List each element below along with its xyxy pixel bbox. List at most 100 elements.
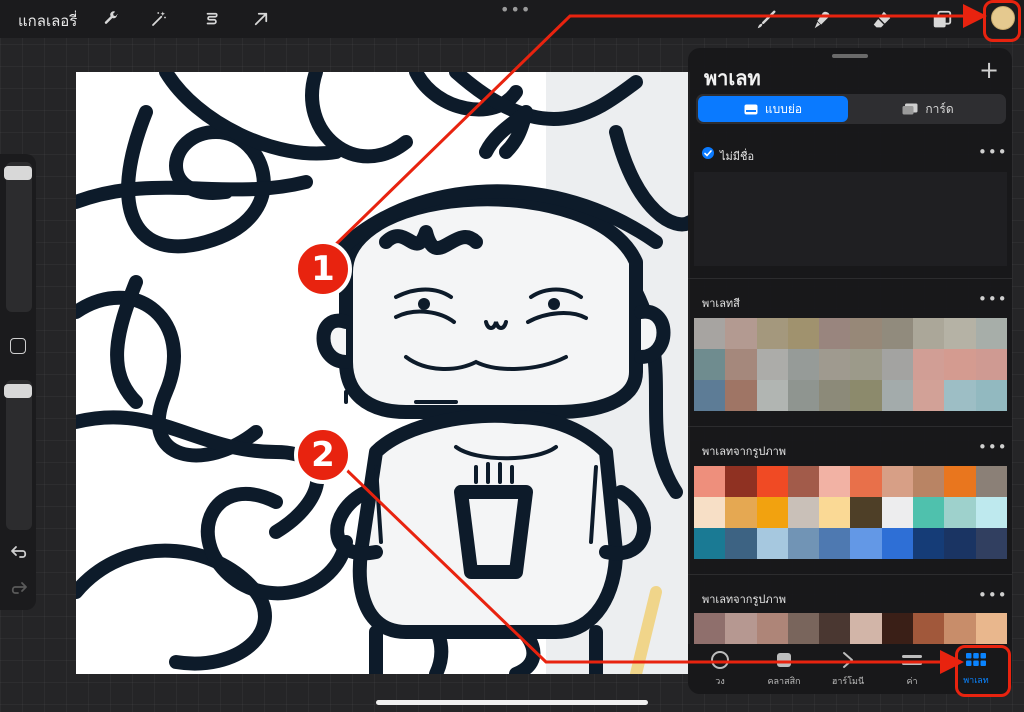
color-swatch[interactable]	[850, 380, 882, 411]
color-swatch[interactable]	[913, 497, 945, 528]
gallery-button[interactable]: แกลเลอรี่	[18, 9, 77, 33]
color-swatch[interactable]	[694, 528, 726, 559]
color-swatch[interactable]	[881, 528, 914, 559]
color-swatch[interactable]	[913, 349, 945, 380]
color-swatch[interactable]	[975, 497, 1007, 528]
redo-icon[interactable]	[9, 578, 29, 598]
more-dots-icon[interactable]: •••	[500, 0, 530, 20]
color-swatch[interactable]	[725, 380, 757, 411]
color-swatch[interactable]	[819, 466, 851, 497]
current-color-swatch[interactable]	[991, 6, 1015, 30]
tab-harmony[interactable]: ฮาร์โมนี	[816, 646, 880, 692]
color-swatch[interactable]	[881, 349, 914, 380]
color-swatch[interactable]	[913, 613, 945, 644]
palette-more-icon[interactable]: •••	[978, 438, 1008, 456]
color-swatch[interactable]	[975, 528, 1007, 559]
color-swatch[interactable]	[944, 318, 976, 349]
color-swatch[interactable]	[725, 318, 757, 349]
modify-button[interactable]	[10, 338, 26, 354]
color-swatch[interactable]	[819, 349, 851, 380]
color-swatch[interactable]	[756, 380, 788, 411]
color-swatch[interactable]	[850, 528, 882, 559]
opacity-slider[interactable]	[6, 380, 32, 530]
color-swatch[interactable]	[913, 528, 945, 559]
color-swatch[interactable]	[944, 613, 976, 644]
color-swatch[interactable]	[881, 497, 914, 528]
color-swatch[interactable]	[725, 613, 757, 644]
color-swatch[interactable]	[725, 349, 757, 380]
color-swatch[interactable]	[850, 497, 882, 528]
palette-more-icon[interactable]: •••	[978, 143, 1008, 161]
color-swatch[interactable]	[694, 380, 726, 411]
color-swatch[interactable]	[725, 466, 757, 497]
tab-palettes[interactable]: พาเลท	[944, 646, 1008, 692]
color-swatch[interactable]	[787, 613, 820, 644]
color-swatch[interactable]	[694, 318, 726, 349]
smudge-icon[interactable]	[808, 6, 836, 34]
add-palette-button[interactable]: +	[978, 58, 1000, 82]
color-swatch[interactable]	[756, 528, 788, 559]
color-swatch[interactable]	[850, 466, 882, 497]
color-swatch[interactable]	[819, 528, 851, 559]
seg-cards-button[interactable]: การ์ด	[852, 96, 1004, 122]
color-swatch[interactable]	[694, 349, 726, 380]
color-swatch[interactable]	[881, 466, 914, 497]
color-swatch[interactable]	[756, 497, 788, 528]
color-swatch[interactable]	[913, 466, 945, 497]
transform-arrow-icon[interactable]	[248, 6, 274, 32]
eraser-icon[interactable]	[868, 6, 896, 34]
color-swatch[interactable]	[850, 613, 882, 644]
color-swatch[interactable]	[787, 528, 820, 559]
color-swatch[interactable]	[787, 466, 820, 497]
panel-grabber[interactable]	[832, 54, 868, 58]
color-swatch[interactable]	[881, 318, 914, 349]
color-swatch[interactable]	[944, 380, 976, 411]
wrench-icon[interactable]	[98, 6, 124, 32]
color-swatch[interactable]	[944, 528, 976, 559]
empty-palette-area[interactable]	[694, 172, 1007, 266]
default-check-icon[interactable]	[702, 147, 714, 159]
color-swatch[interactable]	[756, 466, 788, 497]
color-swatch[interactable]	[819, 380, 851, 411]
color-swatch[interactable]	[975, 613, 1007, 644]
color-swatch[interactable]	[975, 349, 1007, 380]
color-swatch[interactable]	[944, 497, 976, 528]
color-swatch[interactable]	[787, 380, 820, 411]
color-swatch[interactable]	[787, 349, 820, 380]
brush-size-thumb[interactable]	[4, 166, 32, 180]
color-swatch[interactable]	[694, 497, 726, 528]
palette-more-icon[interactable]: •••	[978, 586, 1008, 604]
seg-compact-button[interactable]: แบบย่อ	[698, 96, 848, 122]
brush-size-slider[interactable]	[6, 162, 32, 312]
color-swatch[interactable]	[944, 349, 976, 380]
magic-wand-icon[interactable]	[146, 6, 172, 32]
color-swatch[interactable]	[694, 613, 726, 644]
selection-icon[interactable]	[199, 6, 225, 32]
tab-classic[interactable]: คลาสสิก	[752, 646, 816, 692]
color-swatch[interactable]	[944, 466, 976, 497]
color-swatch[interactable]	[787, 497, 820, 528]
tab-disc[interactable]: วง	[688, 646, 752, 692]
undo-icon[interactable]	[9, 542, 29, 562]
color-swatch[interactable]	[975, 380, 1007, 411]
tab-value[interactable]: ค่า	[880, 646, 944, 692]
color-swatch[interactable]	[913, 318, 945, 349]
color-swatch[interactable]	[819, 318, 851, 349]
opacity-thumb[interactable]	[4, 384, 32, 398]
color-swatch[interactable]	[881, 380, 914, 411]
color-swatch[interactable]	[819, 613, 851, 644]
palette-more-icon[interactable]: •••	[978, 290, 1008, 308]
color-swatch[interactable]	[725, 497, 757, 528]
color-swatch[interactable]	[725, 528, 757, 559]
color-swatch[interactable]	[975, 318, 1007, 349]
layers-icon[interactable]	[928, 6, 956, 34]
color-swatch[interactable]	[787, 318, 820, 349]
color-swatch[interactable]	[881, 613, 914, 644]
color-swatch[interactable]	[913, 380, 945, 411]
color-swatch[interactable]	[975, 466, 1007, 497]
brush-icon[interactable]	[752, 6, 780, 34]
home-indicator[interactable]	[376, 700, 648, 705]
color-swatch[interactable]	[819, 497, 851, 528]
color-swatch[interactable]	[850, 349, 882, 380]
drawing-canvas[interactable]	[76, 72, 690, 674]
